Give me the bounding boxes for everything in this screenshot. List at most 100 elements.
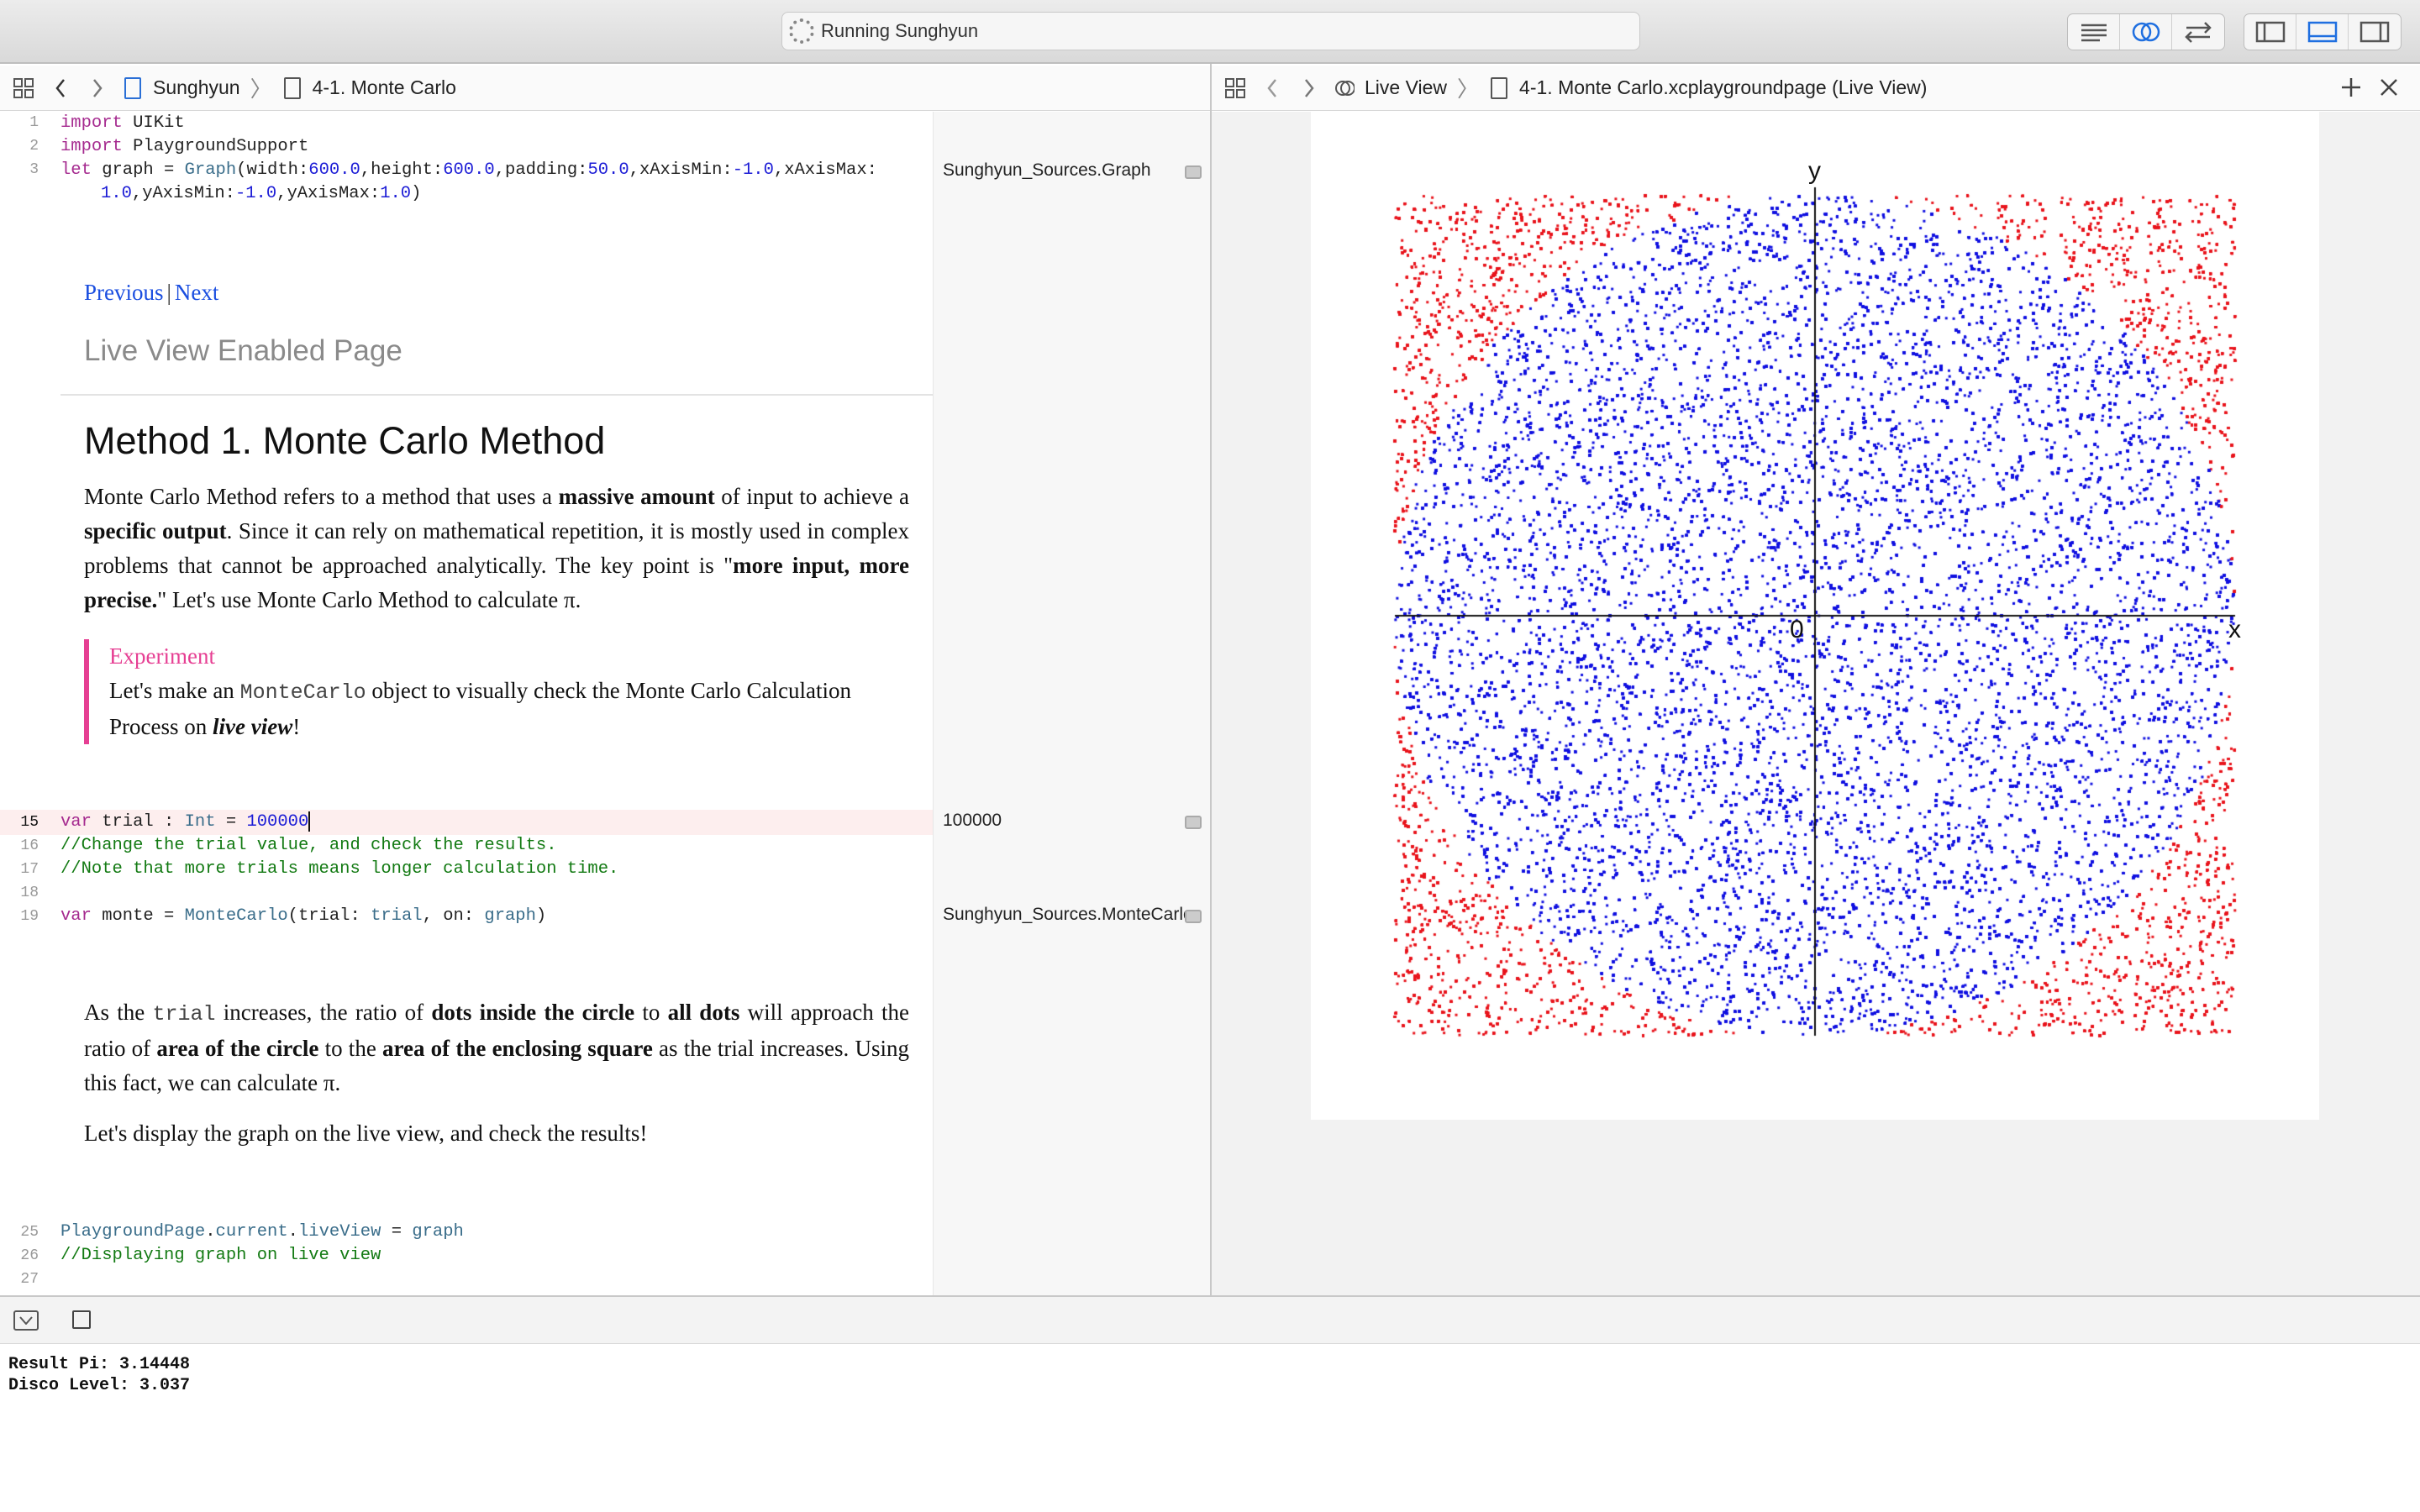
- explanation-paragraph: As the trial increases, the ratio of dot…: [84, 1000, 909, 1095]
- code-line[interactable]: let graph = Graph(width:600.0,height:600…: [60, 159, 877, 182]
- stop-button[interactable]: [72, 1310, 91, 1329]
- arrows-icon: [2185, 22, 2212, 43]
- breadcrumb-separator-icon: 〉: [1457, 76, 1480, 102]
- grid-icon: [1225, 77, 1245, 98]
- line-number: 1: [29, 114, 39, 131]
- venn-icon: [2132, 22, 2160, 42]
- origin-label: 0: [1790, 616, 1804, 643]
- console-line: Disco Level: 3.037: [8, 1376, 191, 1395]
- code-line[interactable]: PlaygroundPage.current.liveView = graph: [60, 1221, 464, 1244]
- playground-page-icon: [1489, 76, 1509, 100]
- left-panel-icon: [2255, 21, 2285, 43]
- assistant-editor-button[interactable]: [2120, 14, 2172, 50]
- debug-bar: [0, 1295, 2420, 1344]
- source-editor[interactable]: 1 import UIKit 2 import PlaygroundSuppor…: [0, 112, 1210, 1296]
- chevron-left-icon: [55, 78, 65, 97]
- result-trial[interactable]: 100000: [943, 811, 1002, 831]
- y-axis-label: y: [1808, 157, 1821, 185]
- monte-carlo-plot: [1311, 112, 2319, 1120]
- chevron-right-icon: [1305, 78, 1314, 97]
- breadcrumb-page-label: 4-1. Monte Carlo: [312, 76, 456, 98]
- result-montecarlo[interactable]: Sunghyun_Sources.MonteCarlo: [943, 905, 1193, 925]
- line-number: 17: [20, 861, 39, 878]
- nav-separator: |: [166, 280, 171, 305]
- console-output[interactable]: Result Pi: 3.14448 Disco Level: 3.037: [8, 1354, 190, 1396]
- live-view-canvas: y x 0: [1311, 112, 2319, 1120]
- code-line-wrap[interactable]: 1.0,yAxisMin:-1.0,yAxisMax:1.0): [101, 182, 421, 206]
- quick-look-icon[interactable]: [1185, 910, 1202, 923]
- live-view-icon: [1334, 76, 1355, 100]
- grid-icon: [13, 77, 34, 98]
- add-editor-button[interactable]: [2339, 76, 2363, 103]
- console-line: Result Pi: 3.14448: [8, 1355, 191, 1374]
- triangle-down-icon: [19, 1316, 33, 1325]
- code-line[interactable]: var monte = MonteCarlo(trial: trial, on:…: [60, 905, 546, 928]
- lines-icon: [2081, 24, 2107, 42]
- line-number: 16: [20, 837, 39, 854]
- activity-text: Running Sunghyun: [821, 20, 979, 41]
- back-button-right[interactable]: [1260, 76, 1284, 101]
- divider: [60, 394, 933, 396]
- standard-editor-button[interactable]: [2068, 14, 2120, 50]
- code-line[interactable]: import PlaygroundSupport: [60, 135, 308, 159]
- section-heading: Method 1. Monte Carlo Method: [84, 419, 606, 462]
- playground-page-icon: [282, 76, 302, 100]
- toggle-utilities-button[interactable]: [2349, 14, 2401, 50]
- next-link[interactable]: Next: [175, 280, 218, 305]
- line-number: 18: [20, 885, 39, 901]
- forward-button[interactable]: [86, 76, 109, 101]
- callout-title: Experiment: [109, 643, 215, 669]
- breadcrumb-separator-icon: 〉: [250, 76, 272, 102]
- hide-debug-area-button[interactable]: [13, 1310, 39, 1331]
- line-number: 25: [20, 1224, 39, 1241]
- previous-link[interactable]: Previous: [84, 280, 164, 305]
- plus-icon: [2342, 78, 2360, 97]
- project-file-icon: [123, 76, 143, 100]
- bottom-panel-icon: [2307, 21, 2337, 43]
- toggle-debug-area-button[interactable]: [2296, 14, 2349, 50]
- quick-look-icon[interactable]: [1185, 816, 1202, 829]
- line-number: 3: [29, 161, 39, 178]
- breadcrumb-live-file[interactable]: 4-1. Monte Carlo.xcplaygroundpage (Live …: [1489, 76, 1927, 100]
- text-cursor: [308, 811, 311, 832]
- chevron-left-icon: [1267, 78, 1276, 97]
- breadcrumb-project-label: Sunghyun: [153, 76, 240, 98]
- experiment-callout: Experiment Let's make an MonteCarlo obje…: [84, 639, 916, 744]
- related-items-button[interactable]: [12, 76, 35, 101]
- breadcrumb-live-file-label: 4-1. Monte Carlo.xcplaygroundpage (Live …: [1519, 76, 1928, 98]
- activity-view: Running Sunghyun: [781, 12, 1640, 50]
- intro-paragraph: Monte Carlo Method refers to a method th…: [84, 484, 910, 612]
- quick-look-icon[interactable]: [1185, 165, 1202, 179]
- line-number: 26: [20, 1247, 39, 1264]
- code-line[interactable]: import UIKit: [60, 112, 185, 135]
- breadcrumb-page[interactable]: 4-1. Monte Carlo: [282, 76, 456, 100]
- version-editor-button[interactable]: [2172, 14, 2224, 50]
- breadcrumb-project[interactable]: Sunghyun: [123, 76, 240, 100]
- code-comment[interactable]: //Note that more trials means longer cal…: [60, 858, 618, 881]
- code-comment[interactable]: //Displaying graph on live view: [60, 1244, 381, 1268]
- page-navigation: Previous | Next: [84, 280, 909, 306]
- code-line[interactable]: var trial : Int = 100000: [60, 811, 311, 834]
- right-panel-icon: [2360, 21, 2390, 43]
- close-icon: [2381, 79, 2397, 96]
- left-jump-bar: Sunghyun 〉 4-1. Monte Carlo: [0, 66, 1210, 111]
- result-graph[interactable]: Sunghyun_Sources.Graph: [943, 160, 1151, 181]
- breadcrumb-live-view[interactable]: Live View: [1334, 76, 1447, 100]
- line-number: 19: [20, 908, 39, 925]
- spinner-icon: [789, 18, 814, 44]
- window-toolbar: Running Sunghyun: [0, 0, 2420, 64]
- related-items-button-right[interactable]: [1223, 76, 1247, 101]
- instruction-paragraph: Let's display the graph on the live view…: [84, 1121, 648, 1146]
- close-editor-button[interactable]: [2378, 76, 2400, 103]
- results-sidebar: [933, 112, 1210, 1296]
- line-number: 15: [20, 814, 39, 831]
- callout-body: Let's make an MonteCarlo object to visua…: [109, 678, 851, 739]
- line-number: 27: [20, 1271, 39, 1288]
- chevron-right-icon: [93, 78, 103, 97]
- forward-button-right[interactable]: [1297, 76, 1321, 101]
- back-button[interactable]: [49, 76, 72, 101]
- x-axis-label: x: [2228, 616, 2241, 643]
- toggle-navigator-button[interactable]: [2244, 14, 2296, 50]
- page-subtitle: Live View Enabled Page: [84, 334, 402, 367]
- code-comment[interactable]: //Change the trial value, and check the …: [60, 834, 557, 858]
